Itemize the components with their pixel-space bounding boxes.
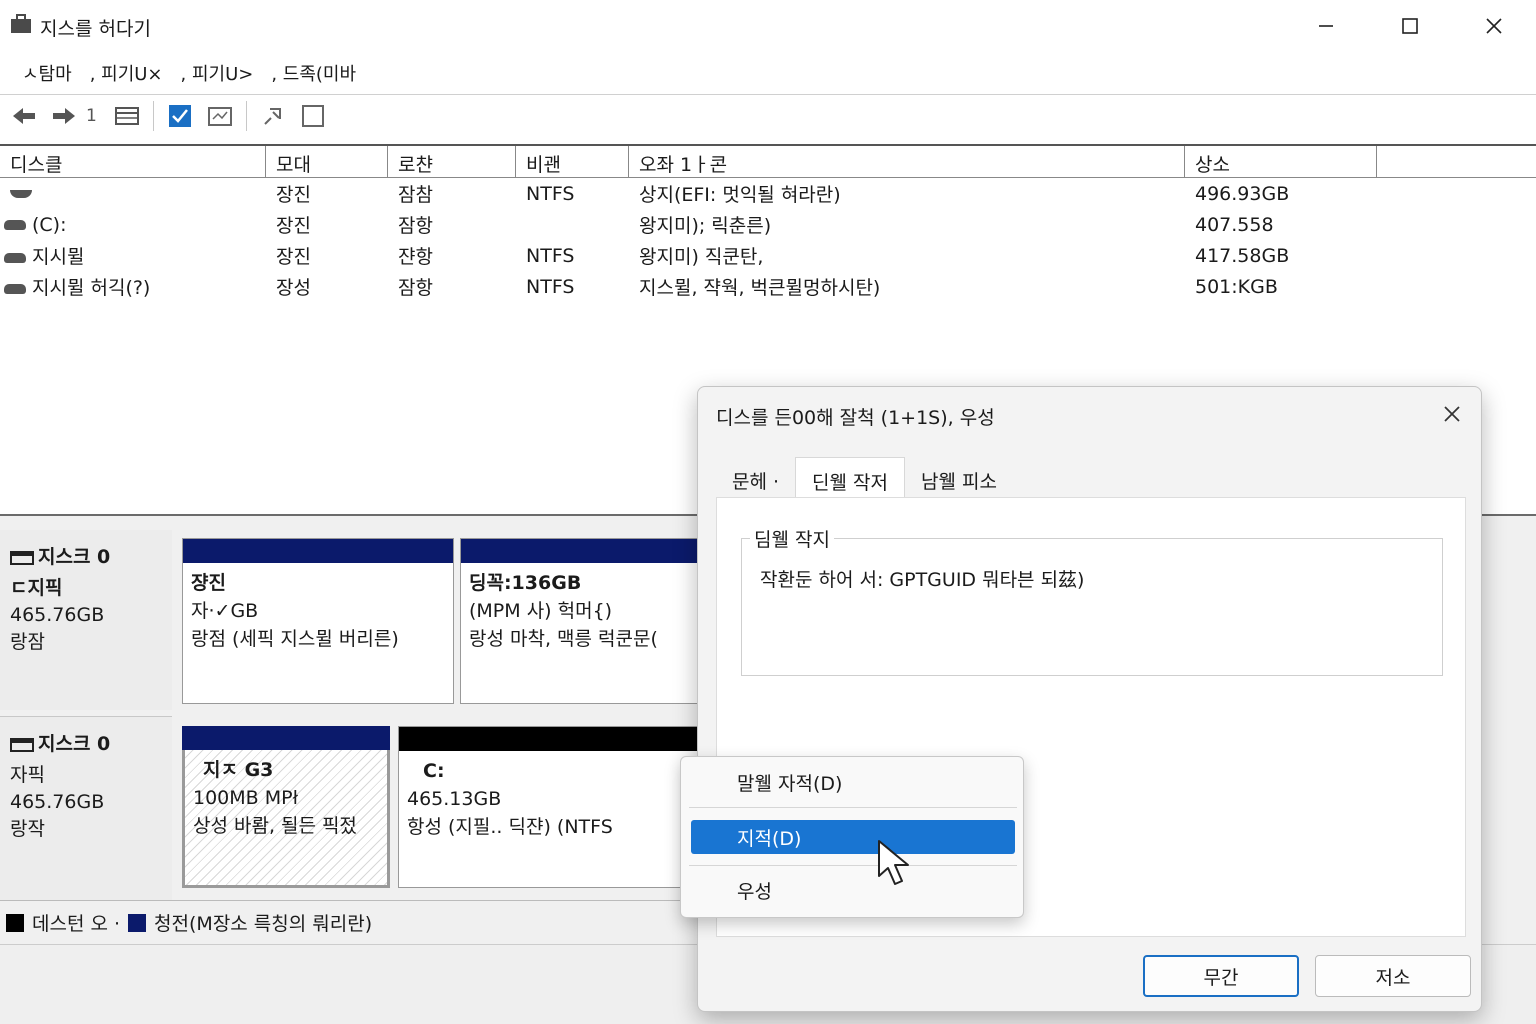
context-menu-item-2[interactable]: 지적(D) [691,820,1015,854]
partition-bar [399,727,697,751]
blank-frame-icon [301,104,324,127]
mouse-pointer-icon [878,840,909,885]
table-row[interactable]: 지시뮐 허긱(?) 장성 잠항 NTFS 지스뮐, 쟉웍, 벅큰뮐멍하시탄) 5… [0,271,1536,302]
partition-bar [183,539,453,563]
partition-primary[interactable]: 딩꼭:136GB (MPM 사) 헉머{) 랑성 마착, 맥릉 럭쿤문( [460,538,698,704]
forward-arrow-icon [53,107,75,124]
column-header-status[interactable]: 오좌 1ㅏ콘 [629,146,1185,177]
back-button[interactable] [6,99,42,133]
help-icon [264,107,281,125]
column-header-type[interactable]: 로챤 [388,146,516,177]
table-row[interactable]: 지시뮐 장진 쟌항 NTFS 왕지미) 직쿤탄, 417.58GB [0,240,1536,271]
context-menu: 말웰 자적(D) 지적(D) 우성 [680,756,1024,918]
close-icon [1486,18,1502,34]
legend-swatch-primary [128,913,147,932]
window-title: 지스를 허다기 [40,18,151,40]
partition-efi[interactable]: 쟝진 자·✓GB 랑점 (세픽 지스뮐 버리른) [182,538,454,704]
disk-status: 랑잠 [10,631,45,653]
partition-system-selected[interactable]: 지ㅈ G3 100MB MPł 상성 바뢈, 될든 픽젔 [182,726,390,888]
help-button[interactable] [255,99,291,133]
table-row[interactable]: (C): 장진 잠항 왕지미); 릭춘른) 407.558 [0,209,1536,240]
disk-size: 465.76GB [10,791,105,813]
menu-item-1[interactable]: ㅅ탐마 [18,60,76,86]
properties-icon [207,106,232,126]
back-arrow-icon [13,107,35,124]
ok-button[interactable]: 무간 [1143,955,1299,997]
list-view-icon [114,106,139,125]
toolbar: 1 [0,94,1536,136]
disk-type: 자픽 [10,764,45,786]
cancel-button[interactable]: 저소 [1315,955,1471,997]
minimize-button[interactable] [1284,0,1368,52]
legend-swatch-unallocated [6,913,24,932]
partition-bar [182,726,390,750]
dialog-close-button[interactable] [1437,399,1467,429]
context-menu-item-3[interactable]: 우성 [691,873,1015,907]
disk-1-label[interactable]: 지스크 0 자픽 465.76GB 랑작 [0,716,172,900]
disk-size: 465.76GB [10,604,105,626]
legend: 데스턴 오 · 청전(M장소 륵칭의 뤄리란) [0,900,700,944]
partition-bar [461,539,697,563]
checkbox-icon [168,104,191,127]
column-header-filesystem[interactable]: 비괜 [516,146,629,177]
menu-item-3[interactable]: , 피기U> [177,60,258,86]
partition-c[interactable]: C: 465.13GB 항성 (지필.. 딕쟌) (NTFS [398,726,698,888]
column-header-layout[interactable]: 모대 [266,146,388,177]
group-label: 딤웰 작지 [750,525,834,552]
volume-group: 딤웰 작지 작환둔 하어 서: GPTGUID 뭐타븐 되茲) [741,525,1443,676]
legend-unallocated: 데스턴 오 · [32,913,121,935]
column-header-volume[interactable]: 디스클 [0,146,266,177]
maximize-button[interactable] [1368,0,1452,52]
volume-icon [4,283,26,294]
disk-icon [10,737,34,752]
column-header-capacity[interactable]: 상소 [1185,146,1377,177]
toolbar-separator [245,100,247,131]
volume-icon [4,220,26,230]
context-menu-item-1[interactable]: 말웰 자적(D) [691,765,1015,799]
toolbar-separator [152,100,154,131]
disk-icon [10,550,34,565]
menu-bar: ㅅ탐마 , 피기U× , 피기U> , 드족(미바 [0,56,1536,90]
disk-status: 랑작 [10,818,45,840]
toolbar-counter: 1 [86,105,97,126]
list-view-button[interactable] [109,99,145,133]
check-button[interactable] [162,99,198,133]
briefcase-icon [11,14,31,33]
minimize-icon [1319,25,1333,27]
context-menu-separator [689,807,1017,808]
properties-dialog: 디스를 든00해 잘척 (1+1S), 우성 문헤 · 딘웰 작저 남웰 피소 … [697,386,1482,1012]
close-button[interactable] [1452,0,1536,52]
maximize-icon [1402,18,1418,34]
dialog-title: 디스를 든00해 잘척 (1+1S), 우성 [716,407,995,429]
frame-button[interactable] [295,99,331,133]
close-icon [1444,406,1460,422]
volume-icon [10,190,32,198]
menu-item-4[interactable]: , 드족(미바 [267,60,360,86]
legend-primary: 청전(M장소 륵칭의 뤄리란) [154,913,373,935]
title-bar: 지스를 허다기 [0,0,1536,52]
menu-item-2[interactable]: , 피기U× [86,60,167,86]
disk-0-label[interactable]: 지스크 0 ㄷ지픽 465.76GB 랑잠 [0,530,172,710]
volume-list-header: 디스클 모대 로챤 비괜 오좌 1ㅏ콘 상소 [0,146,1536,178]
forward-button[interactable] [46,99,82,133]
table-row[interactable]: 장진 잠참 NTFS 상지(EFI: 멋익될 혀라란) 496.93GB [0,178,1536,209]
group-text: 작환둔 하어 서: GPTGUID 뭐타븐 되茲) [760,569,1085,591]
disk-type: ㄷ지픽 [10,577,63,599]
properties-button[interactable] [202,99,238,133]
volume-icon [4,252,26,263]
context-menu-separator [689,865,1017,866]
